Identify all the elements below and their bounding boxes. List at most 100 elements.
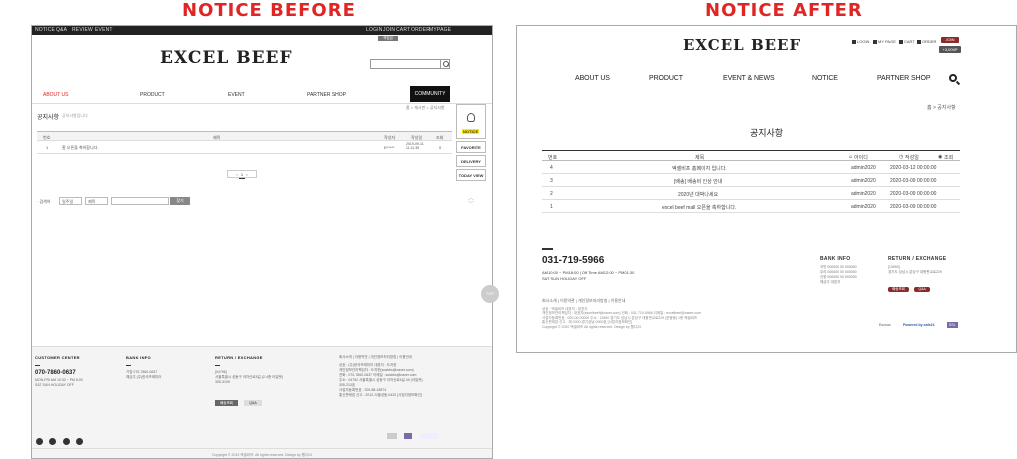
footer-return: RETURN / EXCHANGE [04796] 서울특별시 성동구 아차산로…	[215, 355, 283, 409]
footer-phone: 070-7860-0637	[35, 370, 76, 376]
qna-button[interactable]: Q&A	[244, 400, 262, 406]
footer-bank-info: BANK INFO 기업 070-7860-0637 예금주 (주)한국프레미어	[126, 355, 162, 380]
nav-product[interactable]: PRODUCT	[649, 75, 683, 82]
site-logo[interactable]: EXCEL BEEF	[683, 36, 801, 54]
footer-link-terms[interactable]: 이용약관	[355, 355, 368, 359]
topbar-event-link[interactable]: EVENT	[95, 27, 113, 33]
field-select[interactable]: 제목	[85, 197, 108, 205]
table-row[interactable]: 3 [배송] 배송비 인상 안내 admin2020 2020-03-09 00…	[542, 174, 960, 187]
topbar-login-link[interactable]: LOGIN	[366, 27, 383, 33]
qna-button[interactable]: Q&A	[914, 287, 930, 292]
sidebar-favorite[interactable]: FAVORITE	[456, 141, 486, 153]
footer-holiday: SAT SUN HOLIDAY OFF	[542, 276, 587, 281]
footer-return-line: 경기도 성남시 분당구 대왕판교로229	[888, 270, 942, 274]
company-line: Copyright © 2020 엑셀비프 All rights reserve…	[542, 324, 641, 329]
footer-link-about[interactable]: 회사소개	[339, 355, 352, 359]
table-row[interactable]: 2 2020년 대박나세요 admin2020 2020-03-09 00:00…	[542, 187, 960, 200]
pager-prev[interactable]: ‹	[236, 172, 237, 177]
util-order-link[interactable]: ORDER	[917, 39, 936, 44]
divider	[32, 103, 492, 104]
instagram-icon[interactable]	[36, 438, 43, 445]
pager-current[interactable]: 1	[238, 171, 246, 179]
table-row[interactable]: 4 엑셀비프 홈페이지 입니다. admin2020 2020-03-12 00…	[542, 161, 960, 174]
blog-icon[interactable]	[62, 438, 70, 445]
search-icon[interactable]	[949, 74, 957, 82]
nav-event-news[interactable]: EVENT & NEWS	[723, 75, 775, 82]
util-mypage-link[interactable]: MY PAGE	[873, 39, 896, 44]
row-id: admin2020	[851, 178, 876, 184]
nav-partner-shop[interactable]: PARTNER SHOP	[307, 92, 346, 98]
table-row[interactable]: 1 excel beef mall 오픈을 축하합니다. admin2020 2…	[542, 200, 960, 213]
before-screenshot: NOTICE Q&A REVIEW EVENT LOGIN JOIN CART …	[31, 25, 493, 459]
table-row[interactable]: 1 홈 오픈을 축하합니다. E***** 2019-09-11 11:11:3…	[37, 141, 452, 154]
row-title[interactable]: 2020년 대박나세요	[678, 191, 718, 198]
sidebar-delivery[interactable]: DELIVERY	[456, 155, 486, 167]
sidebar-notice[interactable]: NOTICE	[456, 104, 486, 139]
row-date: 2020-03-09 00:00:00	[890, 191, 937, 197]
page-title: 공지사항	[749, 128, 784, 138]
util-cart-link[interactable]: CART	[899, 39, 915, 44]
certification-logos: Escrow Powered by cafe24 SSL	[879, 316, 966, 334]
footer-link-guide[interactable]: 이용안내	[399, 355, 412, 359]
copyright: Copyright © 2019 엑셀비프. All rights reserv…	[32, 448, 492, 458]
point-badge: +3,000P	[939, 46, 961, 53]
page-title: 공지사항	[37, 115, 60, 121]
search-input[interactable]	[370, 59, 450, 69]
footer-link-privacy[interactable]: 개인정보처리방침	[371, 355, 397, 359]
site-logo[interactable]: EXCEL BEEF	[160, 48, 293, 68]
nav-event[interactable]: EVENT	[228, 92, 245, 98]
footer-links: 회사소개 | 이용약관 | 개인정보처리방침 | 이용안내	[339, 355, 413, 359]
ssl-logo-icon	[404, 432, 413, 439]
clock-icon: ◷	[899, 154, 904, 160]
footer-heading: BANK INFO	[820, 256, 851, 262]
topbar-join-link[interactable]: JOIN	[383, 27, 395, 33]
cafe24-logo-icon	[419, 432, 438, 439]
footer-company: 상호 : 엑셀비프 대표자 : 대표자 개인정보관리책임자 : 대표자(exce…	[542, 307, 701, 329]
footer-return: RETURN / EXCHANGE [13590] 경기도 성남시 분당구 대왕…	[888, 256, 946, 295]
topbar-cart-link[interactable]: CART	[396, 27, 410, 33]
row-title[interactable]: [배송] 배송비 인상 안내	[674, 178, 722, 185]
topbar-qna-link[interactable]: Q&A	[56, 27, 67, 33]
breadcrumb: 홈 > 공지사항	[927, 105, 956, 111]
scroll-arrows[interactable]: ︿ ﹀	[468, 196, 474, 208]
topbar-notice-link[interactable]: NOTICE	[35, 27, 55, 33]
topbar-mypage-link[interactable]: MYPAGE	[429, 27, 451, 33]
footer-holiday: SAT SUN HOLIDAY OFF	[35, 383, 74, 387]
nav-community[interactable]: COMMUNITY	[410, 86, 450, 102]
join-button[interactable]: JOIN	[941, 37, 959, 43]
nav-about-us[interactable]: ABOUT US	[575, 75, 610, 82]
row-number: 3	[550, 178, 553, 184]
nav-product[interactable]: PRODUCT	[140, 92, 165, 98]
row-number: 1	[46, 145, 49, 150]
row-title[interactable]: 엑셀비프 홈페이지 입니다.	[672, 165, 727, 172]
delivery-track-button[interactable]: 배송조회	[888, 287, 909, 292]
pager-next[interactable]: ›	[246, 172, 247, 177]
search-button[interactable]: 찾기	[170, 197, 190, 205]
footer-links[interactable]: 회사소개 | 이용약관 | 개인정보처리방침 | 이용안내	[542, 298, 625, 304]
search-icon[interactable]	[440, 60, 449, 68]
nav-notice[interactable]: NOTICE	[812, 75, 838, 82]
quick-sidebar: NOTICE FAVORITE DELIVERY TODAY VIEW	[456, 104, 486, 181]
notice-table: 번호 제목 작성자 작성일 조회 1 홈 오픈을 축하합니다. E***** 2…	[37, 131, 452, 154]
row-views: 0	[439, 145, 442, 150]
facebook-icon[interactable]	[49, 438, 57, 445]
after-screenshot: EXCEL BEEF LOGIN MY PAGE CART ORDER JOIN…	[516, 25, 1017, 353]
divider	[126, 365, 131, 366]
topbar-order-link[interactable]: ORDER	[411, 27, 430, 33]
notice-before-heading: NOTICE BEFORE	[182, 0, 356, 21]
scroll-top-button[interactable]: TOP	[481, 285, 499, 303]
keyword-input[interactable]	[111, 197, 169, 205]
nav-partner-shop[interactable]: PARTNER SHOP	[877, 75, 930, 82]
sidebar-today-view[interactable]: TODAY VIEW	[456, 169, 486, 181]
row-number: 4	[550, 165, 553, 171]
search-label: · 검색어	[37, 199, 51, 204]
nav-about-us[interactable]: ABOUT US	[43, 92, 68, 98]
kakao-icon[interactable]	[76, 438, 84, 445]
topbar-review-link[interactable]: REVIEW	[72, 27, 93, 33]
footer-phone: 031-719-5966	[542, 255, 605, 266]
delivery-track-button[interactable]: 배송조회	[215, 400, 238, 406]
util-login-link[interactable]: LOGIN	[852, 39, 869, 44]
row-title[interactable]: excel beef mall 오픈을 축하합니다.	[662, 204, 736, 211]
period-select[interactable]: 일주일	[59, 197, 82, 205]
row-title[interactable]: 홈 오픈을 축하합니다.	[62, 145, 98, 151]
